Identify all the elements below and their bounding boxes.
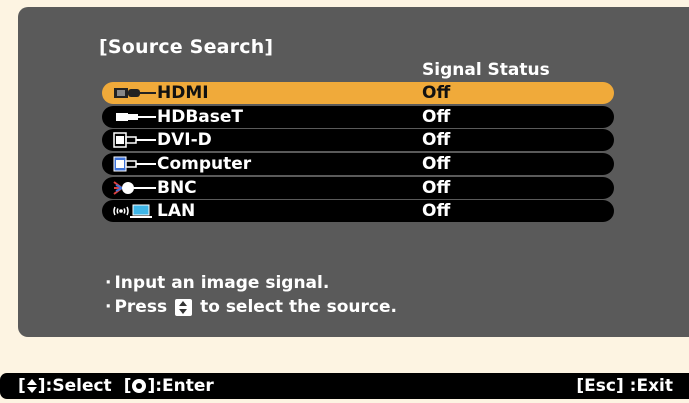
source-status: Off	[422, 177, 451, 198]
footer-hints: [ ]:Select [ ]:Enter	[18, 376, 214, 396]
source-label: DVI-D	[157, 130, 212, 151]
source-row-dvi-d[interactable]: DVI-D Off	[102, 129, 614, 152]
hdbaset-connector-icon	[102, 106, 157, 128]
signal-status-header: Signal Status	[422, 60, 550, 80]
info-text: · Input an image signal. · Press to select…	[105, 271, 397, 319]
source-status: Off	[422, 106, 451, 127]
source-label: BNC	[157, 177, 197, 198]
footer-bar: [ ]:Select [ ]:Enter [Esc] :Exit	[0, 373, 689, 399]
source-row-lan[interactable]: LAN Off	[102, 200, 614, 223]
enter-button-icon	[132, 379, 147, 393]
up-down-arrow-icon	[26, 379, 37, 393]
source-label: HDBaseT	[157, 106, 244, 127]
source-list: HDMI Off HDBaseT Off DVI-D Off Computer …	[102, 82, 614, 224]
source-row-bnc[interactable]: BNC Off	[102, 176, 614, 199]
source-row-hdbaset[interactable]: HDBaseT Off	[102, 105, 614, 128]
select-hint: ]:Select	[37, 376, 112, 396]
lan-network-icon	[102, 200, 157, 222]
source-status: Off	[422, 83, 451, 103]
dialog-title: [Source Search]	[99, 36, 274, 58]
info-line-2: · Press to select the source.	[105, 297, 397, 317]
hdmi-connector-icon	[102, 82, 157, 104]
bnc-connector-icon	[102, 177, 157, 199]
source-row-hdmi[interactable]: HDMI Off	[102, 82, 614, 104]
source-label: Computer	[157, 154, 252, 175]
up-down-arrow-icon	[175, 298, 193, 316]
source-search-panel: [Source Search] Signal Status HDMI Off H…	[18, 7, 689, 337]
vga-connector-icon	[102, 153, 157, 175]
source-label: HDMI	[157, 83, 209, 103]
source-row-computer[interactable]: Computer Off	[102, 153, 614, 176]
enter-hint: ]:Enter	[147, 376, 214, 396]
dvi-connector-icon	[102, 129, 157, 151]
source-status: Off	[422, 201, 451, 222]
source-status: Off	[422, 130, 451, 151]
source-label: LAN	[157, 201, 196, 222]
exit-hint[interactable]: [Esc] :Exit	[576, 376, 673, 396]
info-line-1: · Input an image signal.	[105, 273, 330, 293]
source-status: Off	[422, 154, 451, 175]
